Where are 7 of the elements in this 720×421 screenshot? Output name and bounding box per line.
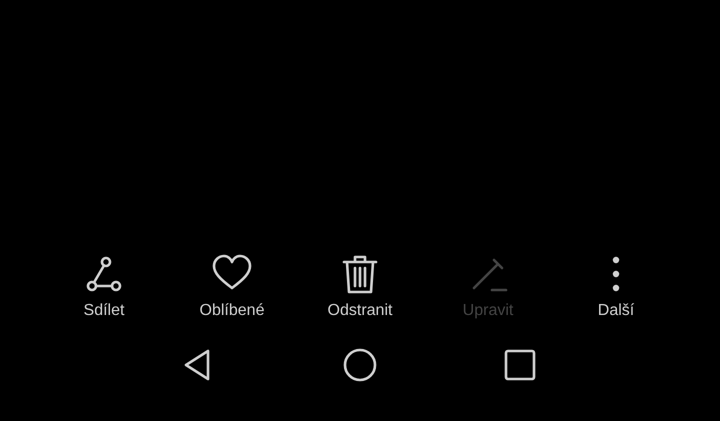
share-icon bbox=[84, 254, 124, 294]
favorite-button[interactable]: Oblíbené bbox=[168, 254, 296, 320]
trash-icon bbox=[340, 254, 380, 294]
more-button[interactable]: Další bbox=[552, 254, 680, 320]
delete-button[interactable]: Odstranit bbox=[296, 254, 424, 320]
share-button[interactable]: Sdílet bbox=[40, 254, 168, 320]
more-icon bbox=[612, 254, 620, 294]
